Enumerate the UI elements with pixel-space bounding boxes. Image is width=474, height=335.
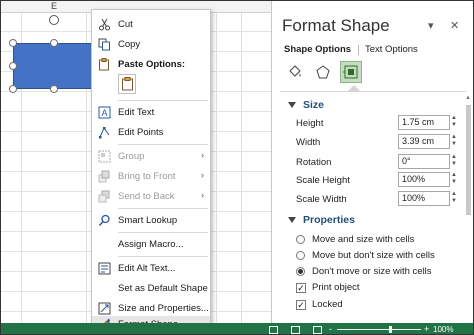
submenu-arrow-icon: › <box>201 190 204 200</box>
page-break-preview-icon[interactable] <box>313 326 322 334</box>
format-shape-pane: Format Shape ▾ ✕ Shape Options Text Opti… <box>271 1 473 323</box>
alt-text-icon <box>98 262 111 275</box>
menu-item-cut[interactable]: Cut <box>92 14 210 34</box>
tab-shape-options[interactable]: Shape Options <box>284 44 351 55</box>
close-icon[interactable]: ✕ <box>450 19 459 32</box>
menu-item-paste-options: Paste Options: <box>92 56 210 72</box>
status-bar: - + 100% <box>1 323 473 334</box>
normal-view-icon[interactable] <box>269 326 278 334</box>
resize-handle-icon[interactable] <box>9 39 17 47</box>
menu-item-send-to-back[interactable]: Send to Back › <box>92 186 210 206</box>
menu-item-edit-text[interactable]: A Edit Text <box>92 102 210 122</box>
bring-to-front-icon <box>98 170 110 183</box>
edit-text-icon: A <box>98 106 111 119</box>
clipboard-icon <box>122 77 133 91</box>
submenu-arrow-icon: › <box>201 170 204 180</box>
scale-width-field[interactable]: 100% <box>398 191 450 206</box>
scissors-icon <box>99 18 110 31</box>
menu-item-set-default-shape[interactable]: Set as Default Shape <box>92 278 210 298</box>
size-properties-icon <box>98 302 111 315</box>
fill-line-icon <box>289 65 301 77</box>
effects-icon <box>316 65 330 79</box>
tab-text-options[interactable]: Text Options <box>365 44 418 55</box>
pane-scroll-area: Size Height 1.75 cm ▲ ▼ Width 3.39 cm ▲ ▼ … <box>280 91 466 323</box>
width-label: Width <box>296 137 321 148</box>
locked-checkbox[interactable]: ✓ <box>296 300 306 310</box>
height-label: Height <box>296 118 324 129</box>
paste-option-button[interactable] <box>118 74 136 94</box>
radio-label: Don't move or size with cells <box>312 266 432 277</box>
zoom-level[interactable]: 100% <box>433 325 453 334</box>
zoom-slider[interactable] <box>337 329 421 330</box>
resize-handle-icon[interactable] <box>50 85 58 93</box>
rotation-label: Rotation <box>296 157 332 168</box>
scroll-up-icon[interactable]: ▲ <box>465 95 471 101</box>
scale-height-label: Scale Height <box>296 175 350 186</box>
width-field[interactable]: 3.39 cm <box>398 134 450 149</box>
pane-title: Format Shape <box>282 16 390 35</box>
context-menu: Cut Copy Paste Options: A Edit Text Edit… <box>91 9 211 332</box>
zoom-slider-thumb[interactable] <box>389 326 392 333</box>
edit-points-icon <box>99 126 110 139</box>
pane-options-dropdown-icon[interactable]: ▾ <box>428 19 434 32</box>
menu-item-smart-lookup[interactable]: Smart Lookup <box>92 210 210 230</box>
radio-move-and-size[interactable] <box>296 235 305 244</box>
collapse-triangle-icon <box>288 217 296 223</box>
copy-icon <box>98 38 110 51</box>
paste-icon <box>99 58 109 71</box>
size-properties-button[interactable] <box>340 61 362 83</box>
scrollbar-thumb[interactable] <box>466 105 471 215</box>
resize-handle-icon[interactable] <box>50 39 58 47</box>
scale-width-label: Scale Width <box>296 194 347 205</box>
radio-label: Move and size with cells <box>312 234 415 245</box>
fill-line-button[interactable] <box>284 61 306 83</box>
width-spinner-icon[interactable]: ▲ ▼ <box>451 134 459 149</box>
resize-handle-icon[interactable] <box>9 62 17 70</box>
send-to-back-icon <box>98 190 110 203</box>
properties-section-heading[interactable]: Properties <box>288 214 355 226</box>
submenu-arrow-icon: › <box>201 150 204 160</box>
selected-rectangle-shape[interactable] <box>13 43 95 89</box>
menu-item-copy[interactable]: Copy <box>92 34 210 54</box>
scale-width-spinner-icon[interactable]: ▲ ▼ <box>451 191 459 206</box>
menu-item-group[interactable]: Group › <box>92 146 210 166</box>
search-icon <box>98 214 110 226</box>
menu-item-edit-points[interactable]: Edit Points <box>92 122 210 142</box>
rotation-handle-icon[interactable] <box>49 15 59 25</box>
height-field[interactable]: 1.75 cm <box>398 115 450 130</box>
effects-button[interactable] <box>312 61 334 83</box>
zoom-out-button[interactable]: - <box>329 324 332 334</box>
scale-height-field[interactable]: 100% <box>398 172 450 187</box>
size-section-heading[interactable]: Size <box>288 99 324 111</box>
radio-dont-move-or-size[interactable] <box>296 267 305 276</box>
collapse-triangle-icon <box>288 102 296 108</box>
rotation-spinner-icon[interactable]: ▲ ▼ <box>451 154 459 169</box>
checkbox-label: Print object <box>312 282 360 293</box>
print-object-checkbox[interactable]: ✓ <box>296 283 306 293</box>
zoom-in-button[interactable]: + <box>424 324 429 334</box>
height-spinner-icon[interactable]: ▲ ▼ <box>451 115 459 130</box>
excel-window: E Cut Copy Paste Options: A Edit Text Ed… <box>0 0 474 335</box>
menu-item-size-and-properties[interactable]: Size and Properties... <box>92 298 210 318</box>
menu-item-assign-macro[interactable]: Assign Macro... <box>92 234 210 254</box>
scale-height-spinner-icon[interactable]: ▲ ▼ <box>451 172 459 187</box>
group-icon <box>98 150 111 163</box>
column-header-e[interactable]: E <box>51 1 57 11</box>
resize-handle-icon[interactable] <box>9 85 17 93</box>
size-properties-icon <box>343 65 358 79</box>
menu-item-bring-to-front[interactable]: Bring to Front › <box>92 166 210 186</box>
rotation-field[interactable]: 0° <box>398 154 450 169</box>
svg-text:A: A <box>102 108 108 118</box>
menu-item-edit-alt-text[interactable]: Edit Alt Text... <box>92 258 210 278</box>
radio-move-dont-size[interactable] <box>296 251 305 260</box>
checkbox-label: Locked <box>312 299 343 310</box>
radio-label: Move but don't size with cells <box>312 250 435 261</box>
page-layout-view-icon[interactable] <box>291 326 300 334</box>
pane-scrollbar[interactable]: ▲ <box>465 95 472 321</box>
